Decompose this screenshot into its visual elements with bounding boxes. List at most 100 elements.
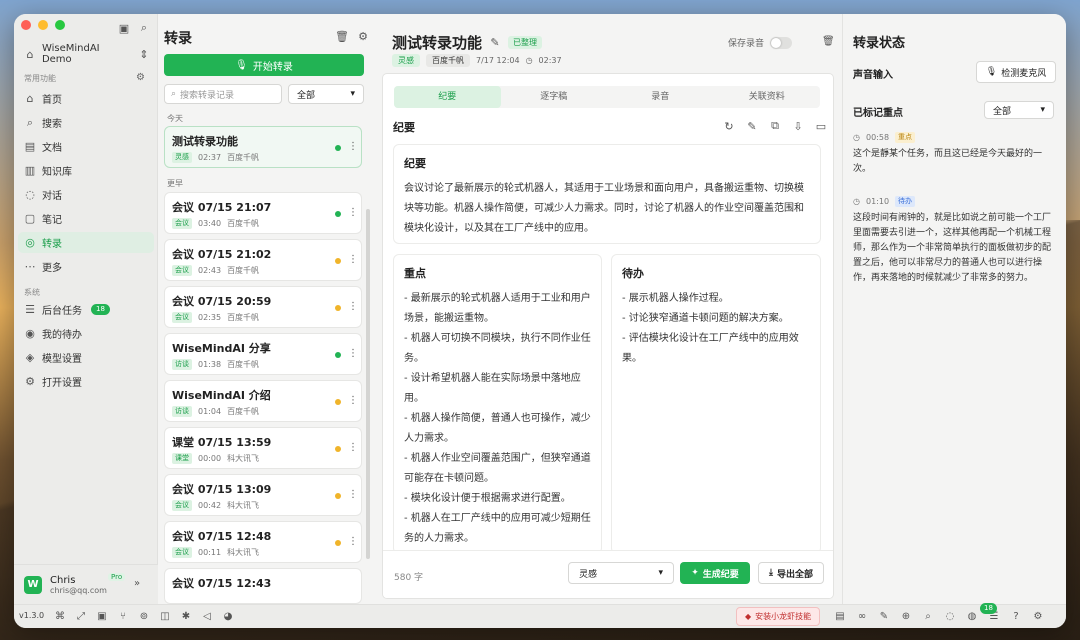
list-item-tag: 灵感 — [172, 152, 192, 163]
sidebar-item-documents[interactable]: ▤ 文档 — [18, 136, 154, 157]
sidebar-item-transcribe[interactable]: ◎ 转录 — [18, 232, 154, 253]
style-select[interactable]: 灵感 ▾ — [568, 562, 674, 584]
marked-point[interactable]: ◷ 00:58 重点 这个是靜某个任务，而且这已经是今天最好的一次。 — [853, 132, 1057, 177]
expand-icon[interactable]: ⤢ — [75, 610, 87, 622]
list-item[interactable]: 测试转录功能 灵感 02:37 百度千帆 ⋮ — [164, 126, 362, 168]
sidebar-item-chat[interactable]: ◌ 对话 — [18, 184, 154, 205]
sidebar-item-background-tasks[interactable]: ☰ 后台任务 18 — [18, 299, 154, 320]
globe-icon[interactable]: ◍ — [966, 610, 978, 622]
test-microphone-button[interactable]: 🎙 检测麦克风 — [976, 61, 1056, 83]
check-circle-icon: ◉ — [25, 327, 35, 340]
avatar: W — [24, 575, 42, 594]
sidebar-item-model-settings[interactable]: ◈ 模型设置 — [18, 347, 154, 368]
bug-icon[interactable]: ✱ — [180, 610, 192, 622]
trash-icon[interactable]: 🗑 — [335, 30, 349, 43]
gear-icon[interactable]: ⚙ — [1032, 610, 1044, 622]
sidebar-item-more[interactable]: ⋯ 更多 — [18, 256, 154, 277]
more-vertical-icon[interactable]: ⋮ — [348, 536, 358, 547]
tab-recording[interactable]: 录音 — [607, 86, 714, 108]
gear-icon[interactable]: ⚙ — [136, 72, 145, 83]
sidebar-item-notes[interactable]: ▢ 笔记 — [18, 208, 154, 229]
megaphone-icon[interactable]: ◁ — [201, 610, 213, 622]
git-icon[interactable]: ⑂ — [117, 610, 129, 622]
app-window: ▣ ⌕ ⌂ WiseMindAI Demo ⇕ 常用功能 ⚙ ⌂ 首页 ⌕ 搜索… — [14, 14, 1066, 628]
folder-add-icon[interactable]: ▭ — [815, 120, 827, 133]
sidebar-item-search[interactable]: ⌕ 搜索 — [18, 112, 154, 133]
start-transcribe-button[interactable]: 🎙 开始转录 — [164, 54, 364, 76]
list-item[interactable]: 会议 07/15 21:07 会议 03:40 百度千帆 ⋮ — [164, 192, 362, 234]
sidebar-item-my-todos[interactable]: ◉ 我的待办 — [18, 323, 154, 344]
sidebar-item-knowledge[interactable]: ▥ 知识库 — [18, 160, 154, 181]
install-skill-button[interactable]: ◆ 安装小龙虾技能 — [736, 607, 821, 626]
marked-point[interactable]: ◷ 01:10 待办 这段时间有闹钟的，就是比如说之前可能一个工厂里面需要去引进… — [853, 196, 1057, 286]
file-icon[interactable]: ▤ — [834, 610, 846, 622]
search-icon[interactable]: ⌕ — [138, 21, 150, 34]
save-audio-toggle[interactable] — [770, 36, 793, 49]
user-profile[interactable]: W Chris chris@qq.com Pro » — [14, 564, 158, 604]
tab-transcript[interactable]: 逐字稿 — [501, 86, 608, 108]
broadcast-icon[interactable]: ⊚ — [138, 610, 150, 622]
transcribe-icon: ◎ — [25, 236, 35, 249]
close-window-button[interactable] — [21, 20, 31, 30]
sidebar-item-open-settings[interactable]: ⚙ 打开设置 — [18, 371, 154, 392]
refresh-icon[interactable]: ↻ — [723, 120, 735, 133]
export-file-icon[interactable]: ⇩ — [792, 120, 804, 133]
more-vertical-icon[interactable]: ⋮ — [348, 207, 358, 218]
list-item[interactable]: WiseMindAI 分享 访谈 01:38 百度千帆 ⋮ — [164, 333, 362, 375]
marked-filter-select[interactable]: 全部 ▾ — [984, 101, 1054, 119]
filter-select[interactable]: 全部 ▾ — [288, 84, 364, 104]
tab-summary[interactable]: 纪要 — [394, 86, 501, 108]
palette-icon[interactable]: ◕ — [222, 610, 234, 622]
list-item[interactable]: 会议 07/15 21:02 会议 02:43 百度千帆 ⋮ — [164, 239, 362, 281]
category-tag[interactable]: 灵感 — [392, 54, 420, 67]
more-vertical-icon[interactable]: ⋮ — [348, 141, 358, 152]
list-item-duration: 02:37 — [198, 153, 222, 162]
chevron-right-icon[interactable]: » — [134, 578, 140, 589]
edit-icon[interactable]: ✎ — [489, 36, 501, 49]
list-scrollbar[interactable] — [366, 209, 370, 559]
list-item[interactable]: 会议 07/15 12:43 — [164, 568, 362, 604]
transcript-detail: 测试转录功能 ✎ 已整理 灵感 百度千帆 7/17 12:04 ◷ 02:37 … — [372, 14, 847, 604]
list-item[interactable]: 课堂 07/15 13:59 课堂 00:00 科大讯飞 ⋮ — [164, 427, 362, 469]
gear-icon[interactable]: ⚙ — [357, 30, 369, 43]
terminal-icon[interactable]: ▣ — [96, 610, 108, 622]
list-item[interactable]: 会议 07/15 12:48 会议 00:11 科大讯飞 ⋮ — [164, 521, 362, 563]
status-dot — [335, 211, 341, 217]
sidebar-item-home[interactable]: ⌂ 首页 — [18, 88, 154, 109]
summary-text: 会议讨论了最新展示的轮式机器人，其适用于工业场景和面向用户，具备搬运重物、切换模… — [404, 183, 804, 234]
tab-related[interactable]: 关联资料 — [714, 86, 821, 108]
export-all-button[interactable]: ⤓ 导出全部 — [758, 562, 824, 584]
link-icon[interactable]: ∞ — [856, 610, 868, 622]
search-plus-icon[interactable]: ⊕ — [900, 610, 912, 622]
list-item[interactable]: WiseMindAI 介绍 访谈 01:04 百度千帆 ⋮ — [164, 380, 362, 422]
command-icon[interactable]: ⌘ — [54, 610, 66, 622]
help-icon[interactable]: ? — [1010, 610, 1022, 622]
more-vertical-icon[interactable]: ⋮ — [348, 254, 358, 265]
mark-tag: 重点 — [895, 132, 916, 143]
search-icon[interactable]: ⌕ — [922, 610, 934, 622]
zoom-window-button[interactable] — [55, 20, 65, 30]
more-vertical-icon[interactable]: ⋮ — [348, 301, 358, 312]
summary-footer: 580 字 灵感 ▾ ✦ 生成纪要 ⤓ 导出全部 — [383, 550, 833, 598]
package-icon[interactable]: ◫ — [159, 610, 171, 622]
list-item[interactable]: 会议 07/15 13:09 会议 00:42 科大讯飞 ⋮ — [164, 474, 362, 516]
list-item[interactable]: 会议 07/15 20:59 会议 02:35 百度千帆 ⋮ — [164, 286, 362, 328]
edit-icon[interactable]: ✎ — [878, 610, 890, 622]
more-vertical-icon[interactable]: ⋮ — [348, 348, 358, 359]
datetime: 7/17 12:04 — [476, 56, 520, 65]
edit-icon[interactable]: ✎ — [746, 120, 758, 133]
chat-icon[interactable]: ◌ — [944, 610, 956, 622]
copy-icon[interactable]: ⧉ — [769, 119, 781, 132]
generate-summary-button[interactable]: ✦ 生成纪要 — [680, 562, 750, 584]
more-vertical-icon[interactable]: ⋮ — [348, 442, 358, 453]
engine-tag: 百度千帆 — [426, 54, 470, 67]
page-title: 测试转录功能 — [392, 34, 483, 52]
workspace-selector[interactable]: ⌂ WiseMindAI Demo ⇕ — [24, 43, 150, 65]
sidebar-toggle-icon[interactable]: ▣ — [118, 22, 130, 35]
minimize-window-button[interactable] — [38, 20, 48, 30]
trash-icon[interactable]: 🗑 — [822, 36, 835, 47]
list-item-title: 测试转录功能 — [172, 135, 238, 148]
more-vertical-icon[interactable]: ⋮ — [348, 489, 358, 500]
search-input[interactable]: ⌕ 搜索转录记录 — [164, 84, 282, 104]
more-vertical-icon[interactable]: ⋮ — [348, 395, 358, 406]
